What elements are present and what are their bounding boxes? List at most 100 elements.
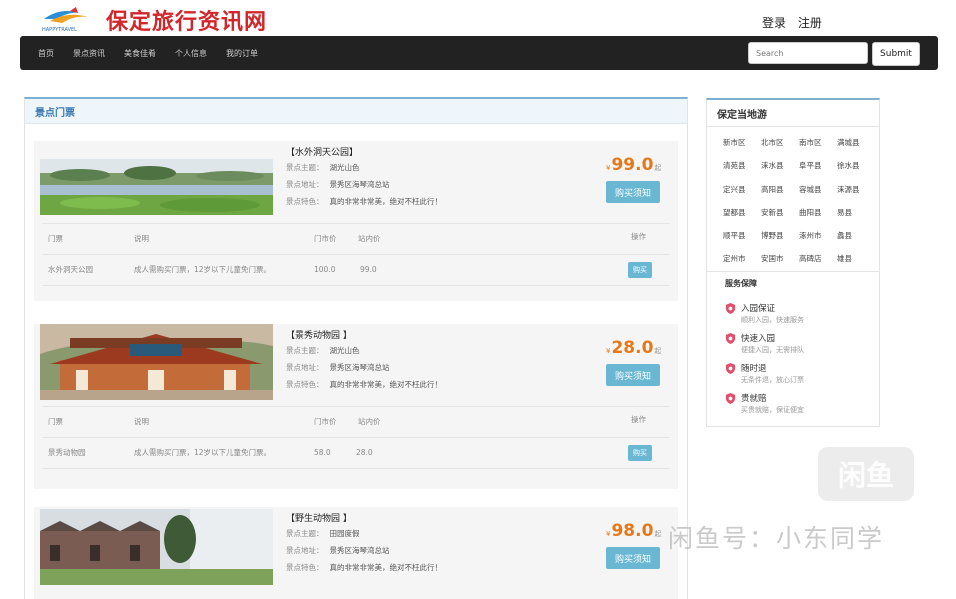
attraction-photo[interactable] bbox=[40, 509, 273, 585]
nav-item-food[interactable]: 美食佳肴 bbox=[124, 48, 156, 59]
site-logo[interactable]: HAPPYTRAVEL 保定旅行资讯网 bbox=[40, 6, 267, 35]
auth-links: 登录 注册 bbox=[762, 14, 830, 31]
shield-icon bbox=[725, 303, 736, 314]
col-ticket: 门票 bbox=[48, 234, 63, 243]
ticket-panel: 景点门票 【水外洞天公园】 景点主题： 湖光山色 景点地址： 景秀区海琴湾总站 bbox=[24, 97, 688, 599]
logo-caption: HAPPYTRAVEL bbox=[42, 27, 77, 33]
county-link[interactable]: 博野县 bbox=[761, 224, 799, 247]
col-ticket: 门票 bbox=[48, 417, 63, 426]
currency-symbol: ¥ bbox=[606, 164, 611, 172]
top-navbar: 首页 景点资讯 美食佳肴 个人信息 我的订单 Submit bbox=[20, 36, 938, 70]
feature-value: 真的非常非常美，绝对不枉此行！ bbox=[329, 197, 443, 206]
county-link[interactable]: 曲阳县 bbox=[799, 201, 837, 224]
county-link[interactable]: 高碑店 bbox=[799, 247, 837, 270]
theme-label: 景点主题： bbox=[286, 163, 324, 172]
county-link[interactable]: 安新县 bbox=[761, 201, 799, 224]
service-title-text: 快速入园 bbox=[741, 334, 776, 344]
nav-menu: 首页 景点资讯 美食佳肴 个人信息 我的订单 bbox=[38, 36, 277, 70]
county-link[interactable]: 徐水县 bbox=[837, 154, 875, 177]
buy-notice-button[interactable]: 购买须知 bbox=[606, 364, 660, 386]
buy-notice-button[interactable]: 购买须知 bbox=[606, 547, 660, 569]
currency-symbol: ¥ bbox=[606, 530, 611, 538]
ticket-table: 门票 说明 门市价 站内价 操作 景秀动物园 成人需购买门票，12岁以下儿童免门… bbox=[42, 406, 670, 469]
col-desc: 说明 bbox=[134, 417, 149, 426]
county-link[interactable]: 易县 bbox=[837, 201, 875, 224]
address-value: 景秀区海琴湾总站 bbox=[329, 546, 390, 555]
theme-label: 景点主题： bbox=[286, 346, 324, 355]
attraction-card: 【野生动物园 】 景点主题： 田园度假 景点地址： 景秀区海琴湾总站 景点特色： 真的… bbox=[34, 507, 678, 599]
theme-value: 湖光山色 bbox=[329, 163, 360, 172]
nav-item-orders[interactable]: 我的订单 bbox=[226, 48, 258, 59]
county-link[interactable]: 容城县 bbox=[799, 178, 837, 201]
feature-value: 真的非常非常美，绝对不枉此行！ bbox=[329, 563, 443, 572]
ticket-desc: 成人需购买门票，12岁以下儿童免门票。 bbox=[134, 265, 272, 274]
col-action: 操作 bbox=[631, 415, 646, 424]
county-link[interactable]: 定兴县 bbox=[723, 178, 761, 201]
buy-button[interactable]: 购买 bbox=[628, 262, 652, 278]
watermark-text: 闲鱼号：小东同学 bbox=[668, 524, 885, 553]
address-label: 景点地址： bbox=[286, 363, 324, 372]
county-link[interactable]: 高阳县 bbox=[761, 178, 799, 201]
login-link[interactable]: 登录 bbox=[762, 16, 786, 30]
county-link[interactable]: 雄县 bbox=[837, 247, 875, 270]
nav-item-profile[interactable]: 个人信息 bbox=[175, 48, 207, 59]
county-link[interactable]: 涞源县 bbox=[837, 178, 875, 201]
county-link[interactable]: 清苑县 bbox=[723, 154, 761, 177]
service-subtitle: 买贵就赔，保证便宜 bbox=[741, 406, 804, 414]
county-link[interactable]: 南市区 bbox=[799, 131, 837, 154]
table-row: 水外洞天公园 成人需购买门票，12岁以下儿童免门票。 100.0 99.0 购买 bbox=[42, 255, 670, 286]
price-tag: ¥ 28.0 起 bbox=[606, 338, 661, 358]
local-tour-panel: 保定当地游 新市区 北市区 南市区 满城县 清苑县 涞水县 阜平县 徐水县 定兴… bbox=[706, 98, 880, 427]
logo-emblem-icon: HAPPYTRAVEL bbox=[40, 7, 98, 33]
address-value: 景秀区海琴湾总站 bbox=[329, 180, 390, 189]
col-site-price: 站内价 bbox=[358, 417, 381, 426]
attraction-card: 【水外洞天公园】 景点主题： 湖光山色 景点地址： 景秀区海琴湾总站 景点特色： 真的… bbox=[34, 141, 678, 301]
search-input[interactable] bbox=[748, 42, 868, 64]
address-label: 景点地址： bbox=[286, 180, 324, 189]
watermark-badge: 闲鱼 bbox=[818, 447, 914, 501]
service-title-text: 入园保证 bbox=[741, 304, 776, 314]
attraction-photo[interactable] bbox=[40, 324, 273, 400]
col-market-price: 门市价 bbox=[314, 234, 337, 243]
attraction-name[interactable]: 【水外洞天公园】 bbox=[286, 145, 358, 158]
feature-label: 景点特色： bbox=[286, 380, 324, 389]
buy-button[interactable]: 购买 bbox=[628, 445, 652, 461]
county-link[interactable]: 阜平县 bbox=[799, 154, 837, 177]
price-suffix: 起 bbox=[654, 530, 662, 538]
market-price: 58.0 bbox=[314, 448, 331, 457]
county-link[interactable]: 满城县 bbox=[837, 131, 875, 154]
county-link[interactable]: 安国市 bbox=[761, 247, 799, 270]
register-link[interactable]: 注册 bbox=[798, 16, 822, 30]
county-link[interactable]: 蠡县 bbox=[837, 224, 875, 247]
search-submit-button[interactable]: Submit bbox=[872, 42, 920, 66]
price-suffix: 起 bbox=[654, 347, 662, 355]
table-header: 门票 说明 门市价 站内价 操作 bbox=[42, 223, 670, 255]
attraction-name[interactable]: 【野生动物园 】 bbox=[286, 511, 352, 524]
buy-notice-button[interactable]: 购买须知 bbox=[606, 181, 660, 203]
theme-label: 景点主题： bbox=[286, 529, 324, 538]
county-link[interactable]: 北市区 bbox=[761, 131, 799, 154]
county-link[interactable]: 涿州市 bbox=[799, 224, 837, 247]
address-value: 景秀区海琴湾总站 bbox=[329, 363, 390, 372]
ticket-name: 景秀动物园 bbox=[48, 448, 86, 457]
theme-value: 田园度假 bbox=[329, 529, 360, 538]
county-link[interactable]: 望都县 bbox=[723, 201, 761, 224]
site-price: 99.0 bbox=[360, 265, 377, 274]
county-link[interactable]: 定州市 bbox=[723, 247, 761, 270]
theme-value: 湖光山色 bbox=[329, 346, 360, 355]
price-value: 28.0 bbox=[611, 338, 654, 358]
county-link[interactable]: 新市区 bbox=[723, 131, 761, 154]
price-tag: ¥ 99.0 起 bbox=[606, 155, 661, 175]
county-link[interactable]: 顺平县 bbox=[723, 224, 761, 247]
feature-label: 景点特色： bbox=[286, 197, 324, 206]
price-tag: ¥ 98.0 起 bbox=[606, 521, 661, 541]
nav-item-home[interactable]: 首页 bbox=[38, 48, 54, 59]
nav-item-attractions[interactable]: 景点资讯 bbox=[73, 48, 105, 59]
col-action: 操作 bbox=[631, 232, 646, 241]
panel-title: 景点门票 bbox=[25, 99, 687, 124]
feature-value: 真的非常非常美，绝对不枉此行！ bbox=[329, 380, 443, 389]
attraction-name[interactable]: 【景秀动物园 】 bbox=[286, 328, 352, 341]
county-link[interactable]: 涞水县 bbox=[761, 154, 799, 177]
attraction-photo[interactable] bbox=[40, 159, 273, 215]
table-row: 景秀动物园 成人需购买门票，12岁以下儿童免门票。 58.0 28.0 购买 bbox=[42, 438, 670, 469]
